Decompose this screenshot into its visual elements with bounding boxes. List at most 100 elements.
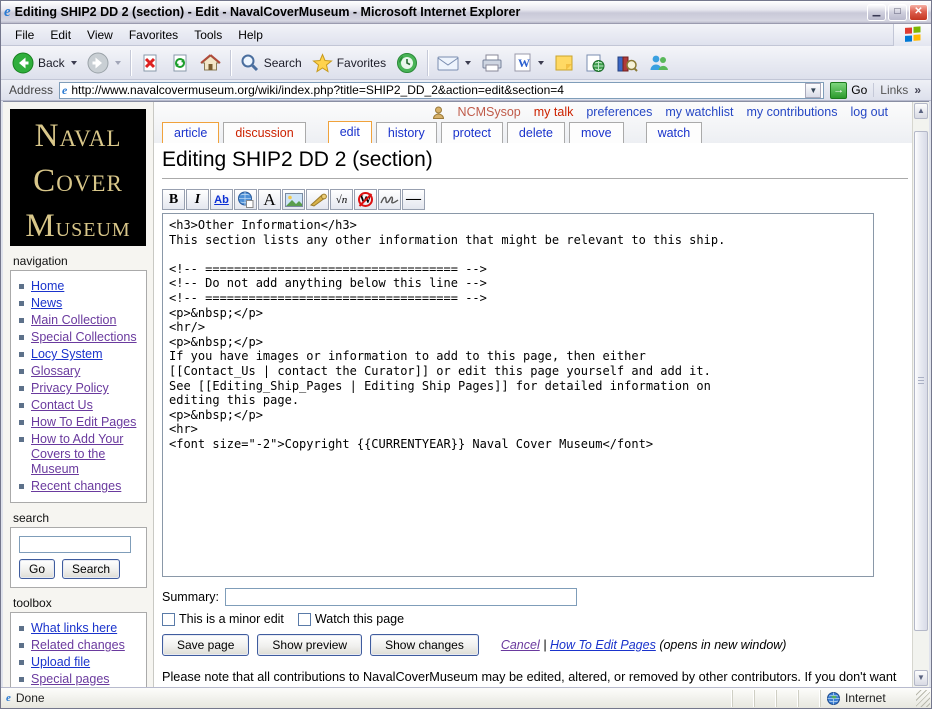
web-folder-button[interactable] [579,51,611,75]
headline-icon[interactable]: A [258,189,281,210]
links-toolbar[interactable]: Links » [873,83,927,97]
internal-link-icon[interactable]: Ab [210,189,233,210]
nowiki-icon[interactable]: W [354,189,377,210]
external-link-icon[interactable] [234,189,257,210]
personal-preferences[interactable]: preferences [586,105,652,119]
history-button[interactable] [391,50,423,76]
search-search-button[interactable]: Search [62,559,121,579]
personal-log-out[interactable]: log out [850,105,888,119]
personal-my-watchlist[interactable]: my watchlist [665,105,733,119]
bold-icon[interactable]: B [162,189,185,210]
search-go-button[interactable]: Go [19,559,56,579]
personal-my-talk[interactable]: my talk [534,105,574,119]
go-button[interactable]: → Go [830,81,867,99]
sidebar-item-contact-us[interactable]: Contact Us [31,398,93,413]
messenger-button[interactable] [643,51,675,75]
menu-edit[interactable]: Edit [42,25,79,45]
address-dropdown-icon[interactable]: ▼ [805,82,822,98]
tab-article[interactable]: article [162,122,220,143]
maximize-button[interactable]: □ [888,3,907,21]
sidebar-item-how-to-add-covers[interactable]: How to Add Your Covers to the Museum [31,432,136,477]
menu-view[interactable]: View [79,25,121,45]
refresh-button[interactable] [165,51,195,75]
back-dropdown-icon[interactable] [70,60,77,65]
list-item: News [17,296,142,311]
show-changes-button[interactable]: Show changes [370,634,479,656]
sidebar-item-how-to-edit-pages[interactable]: How To Edit Pages [31,415,136,430]
sidebar-item-recent-changes[interactable]: Recent changes [31,479,121,494]
menu-favorites[interactable]: Favorites [121,25,186,45]
toolbox-related-changes[interactable]: Related changes [31,638,125,653]
scroll-up-icon[interactable]: ▲ [914,103,928,119]
site-logo[interactable]: Naval Cover Museum [10,109,146,246]
sidebar-item-home[interactable]: Home [31,279,64,294]
menu-tools[interactable]: Tools [186,25,230,45]
sidebar-item-locy-system[interactable]: Locy System [31,347,103,362]
favorites-button[interactable]: Favorites [307,51,391,75]
tab-watch[interactable]: watch [645,122,703,143]
globe-icon [827,691,840,705]
cancel-link[interactable]: Cancel [501,638,540,652]
tab-edit[interactable]: edit [327,121,372,143]
how-to-edit-link[interactable]: How To Edit Pages [550,638,656,652]
italic-icon[interactable]: I [186,189,209,210]
menu-help[interactable]: Help [230,25,271,45]
wikitext-editor[interactable]: <h3>Other Information</h3> This section … [162,213,874,577]
forward-dropdown-icon[interactable] [114,60,121,65]
address-bar: Address e http://www.navalcovermuseum.or… [1,80,931,101]
personal-username[interactable]: NCMSysop [458,105,521,119]
links-chevron-icon[interactable]: » [914,83,921,97]
mail-dropdown-icon[interactable] [465,60,472,65]
sidebar-item-glossary[interactable]: Glossary [31,364,80,379]
edit-with-word-button[interactable]: W [508,51,549,74]
menu-file[interactable]: File [7,25,42,45]
mail-button[interactable] [432,52,476,74]
toolbox-upload-file[interactable]: Upload file [31,655,90,670]
show-preview-button[interactable]: Show preview [257,634,363,656]
research-button[interactable] [611,51,643,75]
watch-page-checkbox[interactable] [297,612,311,626]
toolbox-special-pages[interactable]: Special pages [31,672,110,687]
image-icon[interactable] [282,189,305,210]
forward-button[interactable] [82,50,126,76]
page-title: Editing SHIP2 DD 2 (section) [162,148,908,179]
word-dropdown-icon[interactable] [538,60,545,65]
media-link-icon[interactable] [306,189,329,210]
sidebar-item-main-collection[interactable]: Main Collection [31,313,116,328]
signature-icon[interactable] [378,189,401,210]
address-input[interactable]: e http://www.navalcovermuseum.org/wiki/i… [59,81,825,99]
home-button[interactable] [195,51,226,75]
close-button[interactable]: ✕ [909,3,928,21]
scroll-down-icon[interactable]: ▼ [914,670,928,686]
horizontal-line-icon[interactable]: — [402,189,425,210]
stop-button[interactable] [135,51,165,75]
personal-my-contributions[interactable]: my contributions [746,105,837,119]
address-url[interactable]: http://www.navalcovermuseum.org/wiki/ind… [71,83,564,97]
search-button[interactable]: Search [235,51,307,75]
sidebar-item-news[interactable]: News [31,296,62,311]
sidebar-item-privacy-policy[interactable]: Privacy Policy [31,381,109,396]
back-button[interactable]: Back [7,50,82,76]
tab-protect[interactable]: protect [440,122,503,143]
minor-edit-checkbox[interactable] [162,612,175,626]
minimize-button[interactable]: ▁ [867,3,886,21]
save-page-button[interactable]: Save page [162,634,250,656]
resize-grip-icon[interactable] [916,689,930,707]
status-pane [798,689,820,707]
tab-discussion[interactable]: discussion [223,122,306,143]
tab-history[interactable]: history [375,122,437,143]
search-input[interactable] [19,536,131,553]
math-icon[interactable]: √n [330,189,353,210]
note-icon [555,55,573,70]
summary-label: Summary: [162,590,219,604]
tab-move[interactable]: move [568,122,624,143]
scrollbar-thumb[interactable] [914,131,928,631]
toolbox-what-links-here[interactable]: What links here [31,621,117,636]
sidebar-item-special-collections[interactable]: Special Collections [31,330,137,345]
print-button[interactable] [476,51,508,75]
vertical-scrollbar[interactable]: ▲ ▼ [912,102,929,687]
notes-button[interactable] [549,51,579,75]
toolbar-separator [427,49,429,76]
tab-delete[interactable]: delete [506,122,565,143]
summary-input[interactable] [224,588,577,606]
